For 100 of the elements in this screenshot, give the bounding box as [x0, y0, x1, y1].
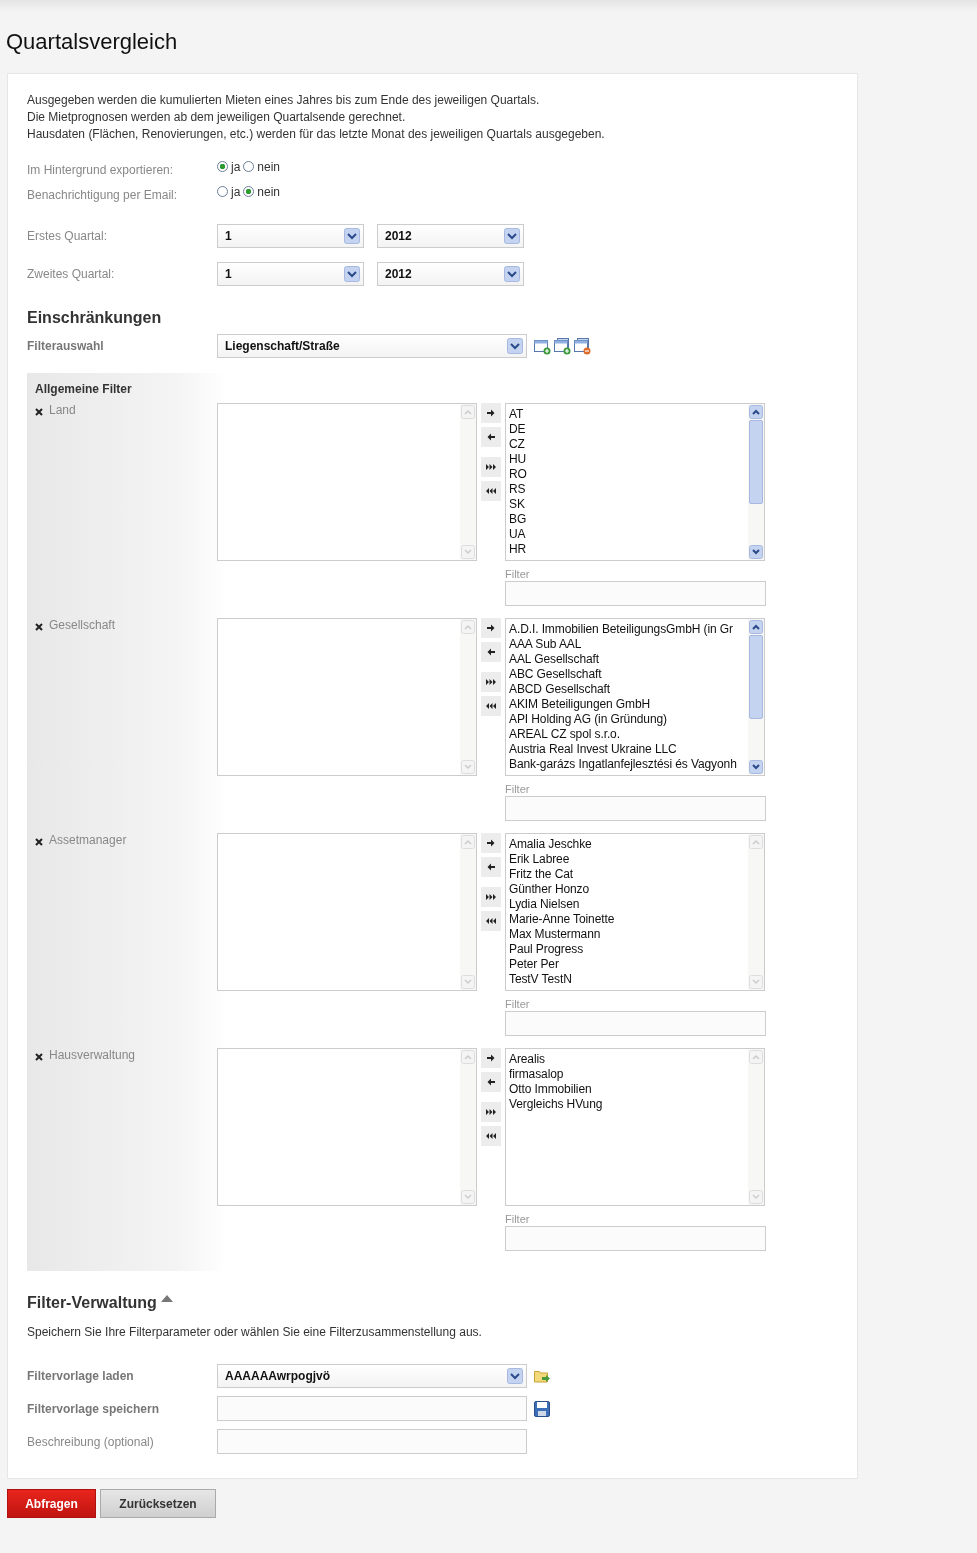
scroll-down-icon	[749, 1190, 763, 1204]
filter-label: Land	[49, 403, 76, 417]
list-item[interactable]: AAA Sub AAL	[509, 637, 748, 652]
list-item[interactable]: HR	[509, 542, 748, 557]
triple-arrow-right-icon	[486, 1107, 496, 1117]
selected-list[interactable]: Amalia Jeschke Erik Labree Fritz the Cat Günther Honzo Lydia Nielsen Marie-Anne Toinette Max Mustermann Paul Progress Peter Per TestV TestN	[505, 833, 765, 991]
move-all-right-button[interactable]	[481, 457, 501, 477]
submit-button[interactable]: Abfragen	[7, 1489, 96, 1518]
radio-button[interactable]	[243, 186, 255, 197]
scrollbar[interactable]	[460, 619, 476, 775]
move-left-button[interactable]	[481, 857, 501, 877]
list-item[interactable]: BG	[509, 512, 748, 527]
radio-label[interactable]: nein	[257, 159, 281, 174]
move-all-left-button[interactable]	[481, 696, 501, 716]
list-item[interactable]: Paul Progress	[509, 942, 748, 957]
list-item[interactable]: Erik Labree	[509, 852, 748, 867]
list-item[interactable]: RO	[509, 467, 748, 482]
list-item[interactable]: Vergleichs HVung	[509, 1097, 748, 1112]
list-item[interactable]: ABCD Gesellschaft	[509, 682, 748, 697]
list-item[interactable]: A.D.I. Immobilien BeteiligungsGmbH (in Gr	[509, 622, 748, 637]
save-icon	[534, 1400, 550, 1417]
description-field[interactable]	[217, 1429, 527, 1454]
year-dropdown[interactable]: 2012	[377, 262, 524, 286]
selected-list[interactable]: Arealis firmasalop Otto Immobilien Vergleichs HVung	[505, 1048, 765, 1206]
move-all-left-button[interactable]	[481, 1126, 501, 1146]
list-item[interactable]: Peter Per	[509, 957, 748, 972]
list-item[interactable]: AREAL CZ spol s.r.o.	[509, 727, 748, 742]
move-left-button[interactable]	[481, 1072, 501, 1092]
scrollbar[interactable]	[748, 834, 764, 990]
move-left-button[interactable]	[481, 427, 501, 447]
quarter-dropdown[interactable]: 1	[217, 262, 364, 286]
list-item[interactable]: CZ	[509, 437, 748, 452]
list-item[interactable]: Max Mustermann	[509, 927, 748, 942]
filter-input[interactable]	[505, 581, 766, 606]
filter-input[interactable]	[505, 1011, 766, 1036]
list-item[interactable]: AT	[509, 407, 748, 422]
scrollbar[interactable]	[460, 1049, 476, 1205]
move-left-button[interactable]	[481, 642, 501, 662]
list-item[interactable]: HU	[509, 452, 748, 467]
list-item[interactable]: Arealis	[509, 1052, 748, 1067]
list-item[interactable]: ABC Gesellschaft	[509, 667, 748, 682]
triple-arrow-right-icon	[486, 462, 496, 472]
move-right-button[interactable]	[481, 403, 501, 423]
scrollbar[interactable]	[460, 404, 476, 560]
remove-icon	[35, 1053, 43, 1061]
windows-plus-icon	[554, 337, 571, 355]
reset-button[interactable]: Zurücksetzen	[100, 1489, 216, 1518]
move-all-left-button[interactable]	[481, 911, 501, 931]
selected-list[interactable]: AT DE CZ HU RO RS SK BG UA HR	[505, 403, 765, 561]
move-all-right-button[interactable]	[481, 672, 501, 692]
scroll-up-icon	[461, 1050, 475, 1064]
list-item[interactable]: AAL Gesellschaft	[509, 652, 748, 667]
year-dropdown[interactable]: 2012	[377, 224, 524, 248]
scrollbar-thumb[interactable]	[749, 420, 763, 504]
arrow-right-icon	[486, 623, 496, 633]
radio-label[interactable]: nein	[257, 184, 281, 199]
list-item[interactable]: RS	[509, 482, 748, 497]
list-item[interactable]: Amalia Jeschke	[509, 837, 748, 852]
radio-button[interactable]	[217, 186, 228, 197]
list-item[interactable]: Marie-Anne Toinette	[509, 912, 748, 927]
list-item[interactable]: DE	[509, 422, 748, 437]
list-item[interactable]: Günther Honzo	[509, 882, 748, 897]
list-item[interactable]: Lydia Nielsen	[509, 897, 748, 912]
move-all-right-button[interactable]	[481, 1102, 501, 1122]
list-item[interactable]: firmasalop	[509, 1067, 748, 1082]
radio-label[interactable]: ja	[231, 184, 241, 199]
move-right-button[interactable]	[481, 833, 501, 853]
list-item[interactable]: AKIM Beteiligungen GmbH	[509, 697, 748, 712]
scrollbar[interactable]	[748, 619, 764, 775]
list-item[interactable]: TestV TestN	[509, 972, 748, 987]
scrollbar[interactable]	[748, 1049, 764, 1205]
move-right-button[interactable]	[481, 618, 501, 638]
arrow-left-icon	[486, 647, 496, 657]
move-all-left-button[interactable]	[481, 481, 501, 501]
field-label: Zweites Quartal:	[27, 267, 116, 281]
scrollbar[interactable]	[460, 834, 476, 990]
radio-button[interactable]	[217, 161, 228, 172]
field-label: Filtervorlage speichern	[27, 1401, 161, 1416]
list-item[interactable]: Austria Real Invest Ukraine LLC	[509, 742, 748, 757]
list-item[interactable]: API Holding AG (in Gründung)	[509, 712, 748, 727]
scrollbar[interactable]	[748, 404, 764, 560]
scrollbar-thumb[interactable]	[749, 635, 763, 719]
template-dropdown[interactable]: AAAAAAwrpogjvö	[217, 1364, 527, 1388]
list-item[interactable]: Fritz the Cat	[509, 867, 748, 882]
radio-label[interactable]: ja	[231, 159, 241, 174]
move-right-button[interactable]	[481, 1048, 501, 1068]
filter-dropdown[interactable]: Liegenschaft/Straße	[217, 334, 527, 358]
filter-input[interactable]	[505, 1226, 766, 1251]
radio-button[interactable]	[243, 161, 255, 172]
list-item[interactable]: UA	[509, 527, 748, 542]
filter-input[interactable]	[505, 796, 766, 821]
scroll-down-icon	[461, 760, 475, 774]
list-item[interactable]: Bank-garázs Ingatlanfejlesztési és Vagyonh	[509, 757, 748, 772]
scroll-down-icon	[461, 1190, 475, 1204]
selected-list[interactable]	[505, 618, 765, 776]
quarter-dropdown[interactable]: 1	[217, 224, 364, 248]
list-item[interactable]: SK	[509, 497, 748, 512]
template-name-field[interactable]	[217, 1396, 527, 1421]
list-item[interactable]: Otto Immobilien	[509, 1082, 748, 1097]
move-all-right-button[interactable]	[481, 887, 501, 907]
